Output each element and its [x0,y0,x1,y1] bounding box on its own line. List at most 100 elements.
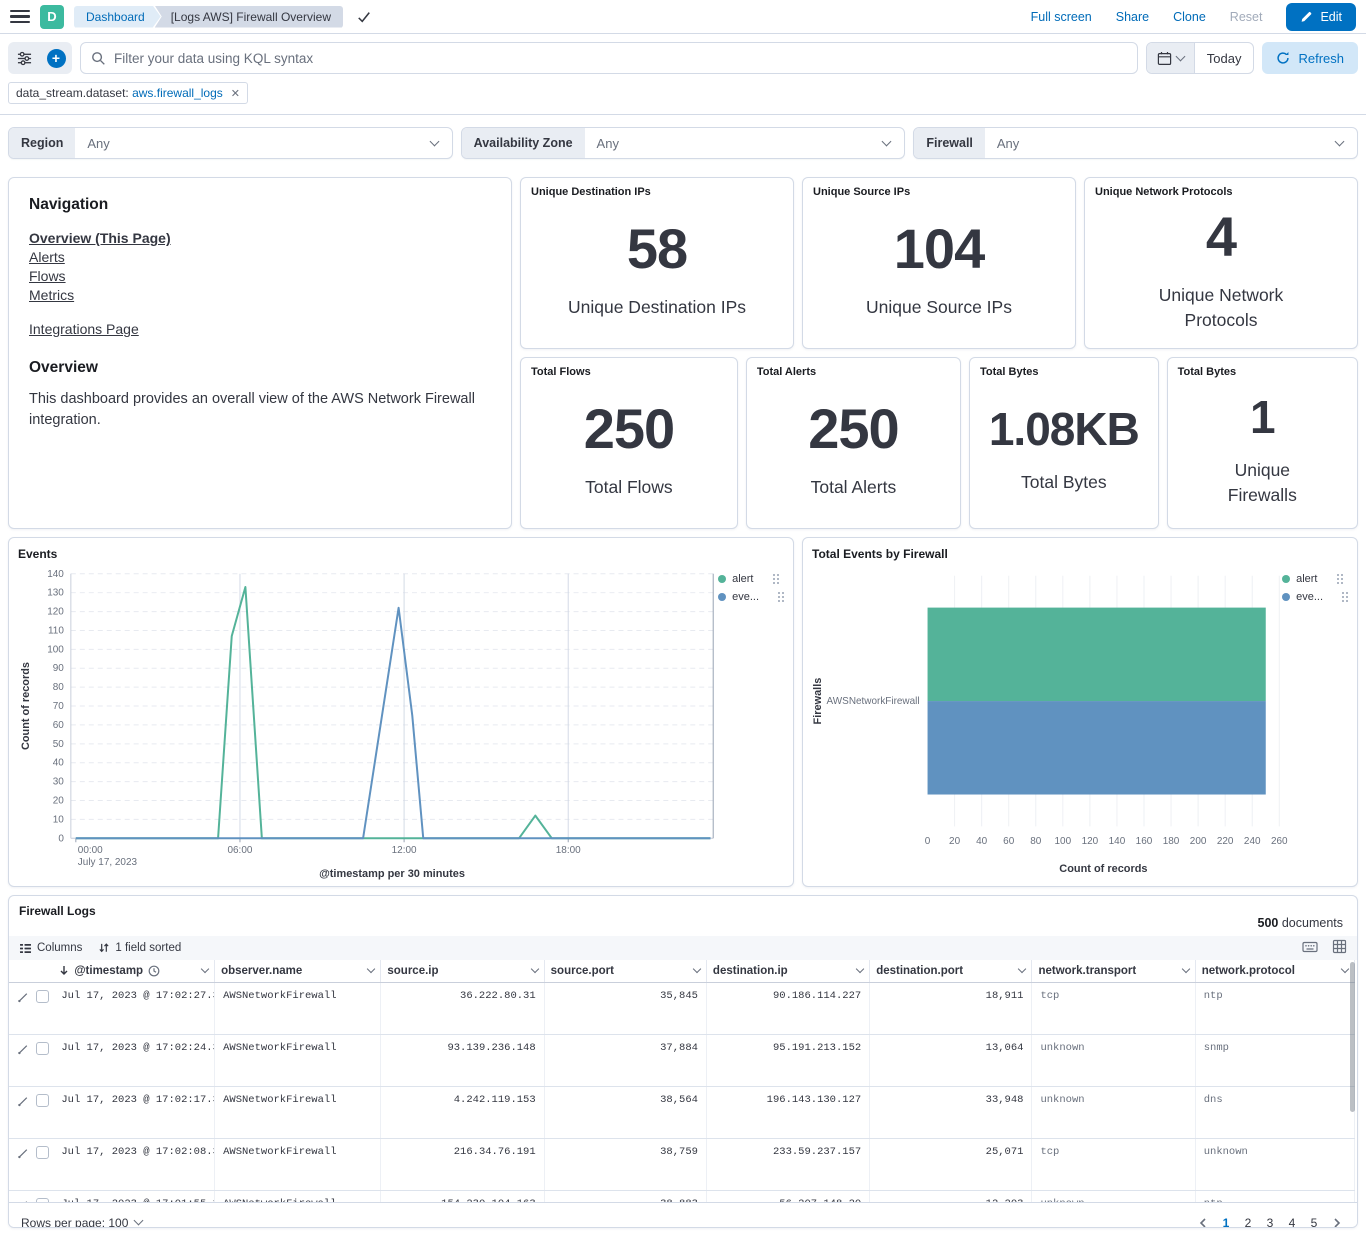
page-button-1[interactable]: 1 [1215,1212,1237,1229]
cell-source-ip: 36.222.80.31 [381,982,544,1035]
table-scrollbar[interactable] [1350,962,1355,1112]
page-button-3[interactable]: 3 [1259,1212,1281,1229]
row-checkbox[interactable] [36,1042,49,1055]
calendar-button[interactable] [1147,43,1195,73]
clone-button[interactable]: Clone [1173,10,1206,24]
keyboard-shortcuts-button[interactable] [1302,940,1318,957]
date-range-label[interactable]: Today [1195,51,1254,66]
svg-text:20: 20 [53,795,65,806]
chevron-down-icon [429,136,439,146]
column-header-network-transport[interactable]: network.transport [1032,960,1195,982]
cell-network-protocol: unknown [1195,1139,1354,1191]
row-checkbox[interactable] [36,1094,49,1107]
reset-button[interactable]: Reset [1230,10,1263,24]
column-header--timestamp[interactable]: @timestamp [53,960,214,982]
cell--timestamp: Jul 17, 2023 @ 17:02:08.328 [53,1139,214,1191]
svg-text:160: 160 [1136,836,1153,847]
chevron-down-icon [1335,136,1345,146]
search-icon [91,51,106,66]
filters-icon[interactable] [8,42,40,74]
column-header-observer-name[interactable]: observer.name [215,960,381,982]
page-numbers: 12345 [1215,1212,1325,1229]
nav-link-overview[interactable]: Overview (This Page) [29,230,171,246]
cell-source-port: 38,564 [544,1087,706,1139]
legend-dot [1282,575,1290,583]
nav-link-alerts[interactable]: Alerts [29,249,65,265]
menu-icon[interactable] [10,10,30,24]
legend-item-alert[interactable]: alert [718,573,785,585]
column-header-source-port[interactable]: source.port [544,960,706,982]
columns-button[interactable]: Columns [19,942,82,955]
legend-dot [1282,593,1290,601]
page-button-2[interactable]: 2 [1237,1212,1259,1229]
svg-text:80: 80 [1030,836,1042,847]
refresh-button[interactable]: Refresh [1262,42,1358,74]
control-availability-zone[interactable]: Availability ZoneAny [461,127,906,159]
integrations-page-link[interactable]: Integrations Page [29,321,139,337]
legend-dot [718,593,726,601]
legend-item-eve[interactable]: eve... [718,591,785,603]
filter-button-group: + [8,42,72,74]
previous-page-button[interactable] [1195,1217,1211,1229]
breadcrumb-page-title: [Logs AWS] Firewall Overview [155,6,343,28]
page-button-4[interactable]: 4 [1281,1212,1303,1229]
filter-pill-datastream[interactable]: data_stream.dataset: aws.firewall_logs ✕ [8,82,248,104]
expand-row-icon[interactable] [17,1042,29,1055]
next-page-button[interactable] [1329,1217,1345,1229]
breadcrumb: Dashboard [Logs AWS] Firewall Overview [74,6,343,28]
controls-row: RegionAnyAvailability ZoneAnyFirewallAny [0,115,1366,159]
edit-button[interactable]: Edit [1286,3,1356,31]
expand-row-icon[interactable] [17,1094,29,1107]
remove-filter-icon[interactable]: ✕ [229,87,240,100]
nav-links: Overview (This Page) Alerts Flows Metrics [29,230,491,303]
chevron-down-icon [134,1216,144,1226]
column-header-destination-port[interactable]: destination.port [870,960,1032,982]
page-button-5[interactable]: 5 [1303,1212,1325,1229]
row-checkbox[interactable] [36,1146,49,1159]
cell-source-port: 38,759 [544,1139,706,1191]
table-row: Jul 17, 2023 @ 17:02:24.328AWSNetworkFir… [9,1035,1355,1087]
nav-link-metrics[interactable]: Metrics [29,287,74,303]
svg-text:July 17, 2023: July 17, 2023 [78,857,138,868]
column-header-source-ip[interactable]: source.ip [381,960,544,982]
svg-text:06:00: 06:00 [228,845,253,856]
cell-destination-port: 25,071 [870,1139,1032,1191]
metric-card-total-flows: Total Flows250Total Flows [520,357,738,529]
add-filter-button[interactable]: + [40,42,72,74]
control-region[interactable]: RegionAny [8,127,453,159]
space-avatar[interactable]: D [40,5,64,29]
svg-text:120: 120 [47,607,64,618]
svg-text:30: 30 [53,777,65,788]
rows-per-page-button[interactable]: Rows per page: 100 [21,1216,142,1229]
metric-card-unique-network-protocols: Unique Network Protocols4Unique Network … [1084,177,1358,349]
calendar-icon [1157,51,1172,66]
legend-dot [718,575,726,583]
metric-card-unique-destination-ips: Unique Destination IPs58Unique Destinati… [520,177,794,349]
legend-item-eve[interactable]: eve... [1282,591,1349,603]
column-header-destination-ip[interactable]: destination.ip [706,960,869,982]
cell-source-ip: 93.139.236.148 [381,1035,544,1087]
control-firewall[interactable]: FirewallAny [913,127,1358,159]
metric-cards-row2: Total Flows250Total FlowsTotal Alerts250… [520,357,1358,529]
svg-text:80: 80 [53,682,65,693]
breadcrumb-dashboard[interactable]: Dashboard [74,6,161,28]
datagrid-toolbar: Columns 1 field sorted [9,936,1357,960]
row-checkbox[interactable] [36,990,49,1003]
expand-row-icon[interactable] [17,1146,29,1159]
cell-observer-name: AWSNetworkFirewall [215,982,381,1035]
cell-destination-ip: 196.143.130.127 [706,1087,869,1139]
full-screen-button[interactable]: Full screen [1031,10,1092,24]
svg-text:100: 100 [1055,836,1072,847]
sort-fields-button[interactable]: 1 field sorted [98,942,181,954]
legend-item-alert[interactable]: alert [1282,573,1349,585]
saved-check-icon[interactable] [357,10,371,24]
filter-field: data_stream.dataset: [16,86,129,100]
expand-row-icon[interactable] [17,990,29,1003]
display-options-button[interactable] [1332,939,1347,957]
share-button[interactable]: Share [1116,10,1149,24]
drag-handle-icon [1336,573,1344,585]
column-header-network-protocol[interactable]: network.protocol [1195,960,1354,982]
kql-search-input[interactable] [114,51,1127,66]
nav-link-flows[interactable]: Flows [29,268,66,284]
svg-text:10: 10 [53,814,65,825]
